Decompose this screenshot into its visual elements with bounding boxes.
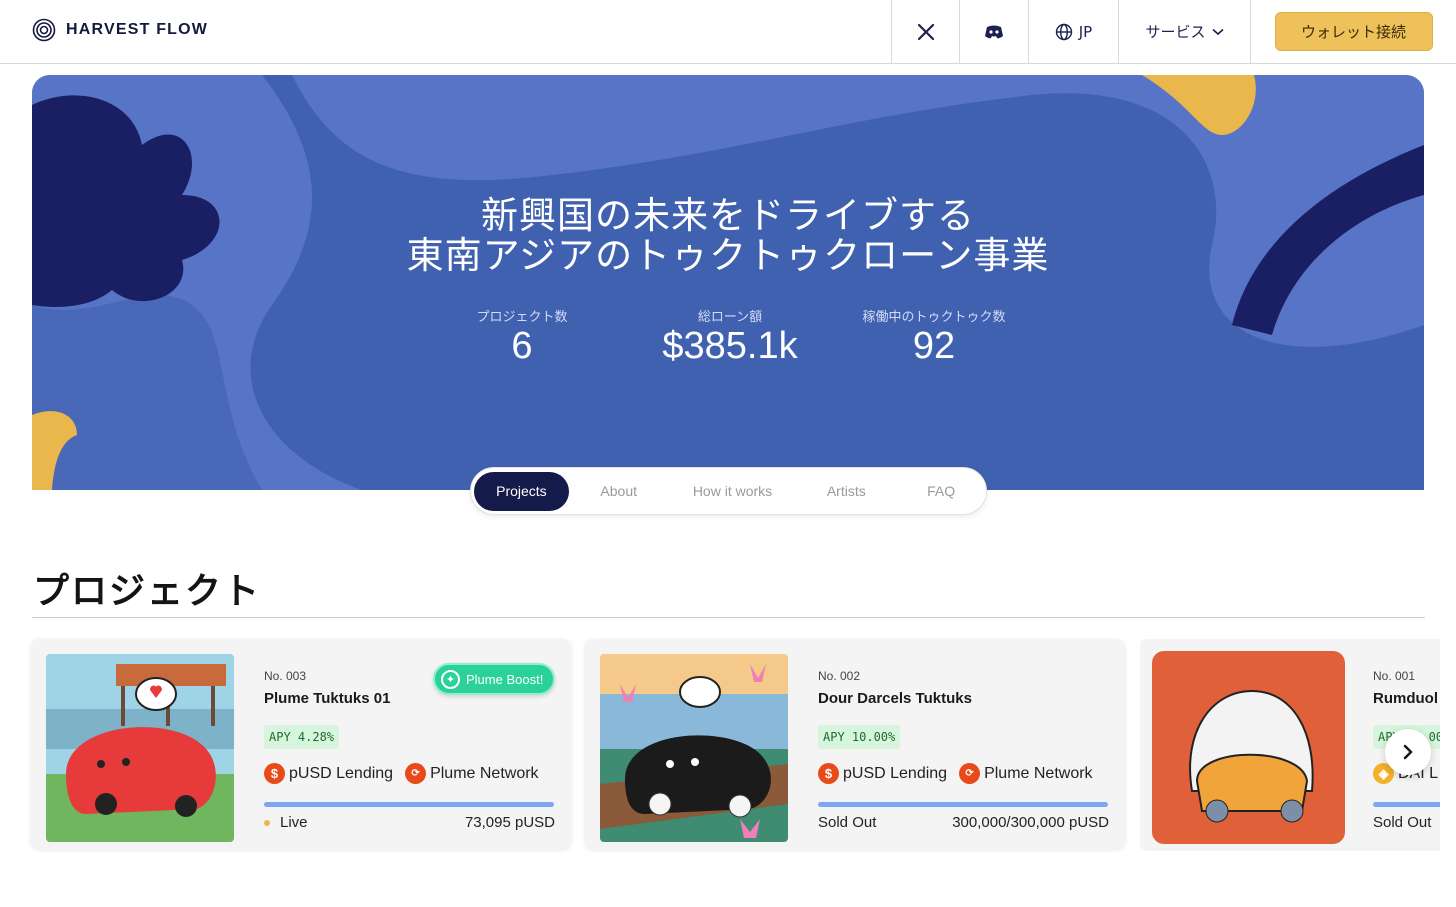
language-label: JP [1078, 22, 1093, 41]
lending-label: pUSD Lending [843, 764, 948, 782]
hero-title: 新興国の未来をドライブする 東南アジアのトゥクトゥクローン事業 [32, 196, 1424, 276]
tab-faq[interactable]: FAQ [896, 472, 986, 511]
live-dot-icon [264, 819, 270, 826]
tab-projects[interactable]: Projects [474, 471, 569, 511]
amount: 73,095 pUSD [464, 814, 555, 831]
divider [32, 617, 1425, 618]
tab-artists[interactable]: Artists [796, 472, 896, 511]
status: Live [264, 814, 308, 831]
harvest-flow-logo-icon [32, 18, 56, 42]
section-tabs: Projects About How it works Artists FAQ [470, 467, 987, 515]
status: Sold Out [1373, 814, 1431, 831]
lending-tag: $ pUSD Lending [264, 763, 393, 784]
discord-icon [985, 25, 1003, 38]
project-name: Rumduol [1373, 690, 1438, 707]
stat-label: プロジェクト数 [476, 310, 568, 325]
plume-network-icon: ⟳ [405, 763, 427, 784]
stat-total-loan: 総ローン額 $385.1k [640, 306, 820, 367]
hero-title-line2: 東南アジアのトゥクトゥクローン事業 [406, 234, 1050, 277]
project-artwork [1152, 651, 1345, 844]
hero-title-line1: 新興国の未来をドライブする [481, 194, 975, 237]
progress-bar [264, 802, 554, 807]
discord-link[interactable] [959, 0, 1028, 63]
project-artwork [46, 654, 234, 842]
project-name: Plume Tuktuks 01 [264, 690, 391, 707]
project-number: No. 002 [818, 669, 861, 683]
chevron-down-icon [1211, 28, 1224, 35]
sparkle-icon: ✦ [441, 669, 460, 689]
stat-label: 稼働中のトゥクトゥク数 [862, 310, 1006, 325]
status-label: Sold Out [1373, 814, 1432, 831]
services-menu[interactable]: サービス [1118, 0, 1250, 63]
apy-badge: APY 4.28% [264, 725, 340, 749]
chevron-right-icon [1403, 744, 1413, 760]
stat-label: 総ローン額 [697, 310, 763, 325]
x-icon [917, 23, 934, 40]
status-label: Sold Out [818, 814, 877, 831]
project-number: No. 001 [1373, 669, 1416, 683]
boost-label: Plume Boost! [466, 671, 544, 687]
header-nav: JP サービス ウォレット接続 [891, 0, 1456, 63]
dollar-icon: $ [264, 763, 285, 784]
language-selector[interactable]: JP [1028, 0, 1118, 63]
progress-bar [1373, 802, 1440, 807]
project-card[interactable]: No. 002 Dour Darcels Tuktuks APY 10.00% … [585, 639, 1125, 849]
network-label: Plume Network [984, 764, 1093, 782]
top-header: HARVEST FLOW JP サービス ウォレット接続 [0, 0, 1456, 64]
tab-how-it-works[interactable]: How it works [669, 472, 797, 511]
project-tags: $ pUSD Lending ⟳ Plume Network [818, 763, 1093, 784]
tab-about[interactable]: About [569, 472, 669, 511]
logo[interactable]: HARVEST FLOW [32, 18, 208, 42]
project-name: Dour Darcels Tuktuks [818, 690, 972, 707]
progress-bar [818, 802, 1108, 807]
network-tag: ⟳ Plume Network [959, 763, 1093, 784]
stat-active-tuktuks: 稼働中のトゥクトゥク数 92 [844, 306, 1024, 367]
project-info: No. 002 Dour Darcels Tuktuks APY 10.00% … [818, 639, 1118, 849]
status: Sold Out [818, 814, 876, 831]
stat-value: 6 [511, 325, 533, 367]
stat-projects: プロジェクト数 6 [462, 306, 582, 367]
hero-decoration [32, 75, 1424, 490]
services-label: サービス [1145, 23, 1206, 41]
lending-label: pUSD Lending [289, 764, 394, 782]
logo-text: HARVEST FLOW [66, 21, 209, 38]
wallet-cell: ウォレット接続 [1250, 0, 1456, 63]
x-link[interactable] [891, 0, 959, 63]
network-tag: ⟳ Plume Network [405, 763, 539, 784]
carousel-next-button[interactable] [1385, 729, 1431, 775]
plume-network-icon: ⟳ [959, 763, 981, 784]
project-number: No. 003 [264, 669, 307, 683]
network-label: Plume Network [430, 764, 539, 782]
status-label: Live [280, 814, 308, 831]
stat-value: 92 [912, 325, 956, 367]
plume-boost-badge[interactable]: ✦ Plume Boost! [433, 663, 555, 695]
lending-tag: $ pUSD Lending [818, 763, 947, 784]
project-artwork [600, 654, 788, 842]
wallet-connect-button[interactable]: ウォレット接続 [1274, 12, 1433, 51]
stat-value: $385.1k [662, 325, 798, 367]
section-title: プロジェクト [33, 571, 262, 612]
globe-icon [1055, 23, 1072, 40]
hero-banner: 新興国の未来をドライブする 東南アジアのトゥクトゥクローン事業 プロジェクト数 … [32, 75, 1424, 490]
apy-badge: APY 10.00% [818, 725, 901, 749]
project-tags: $ pUSD Lending ⟳ Plume Network [264, 763, 539, 784]
amount: 300,000/300,000 pUSD [952, 814, 1109, 831]
dollar-icon: $ [818, 763, 839, 784]
